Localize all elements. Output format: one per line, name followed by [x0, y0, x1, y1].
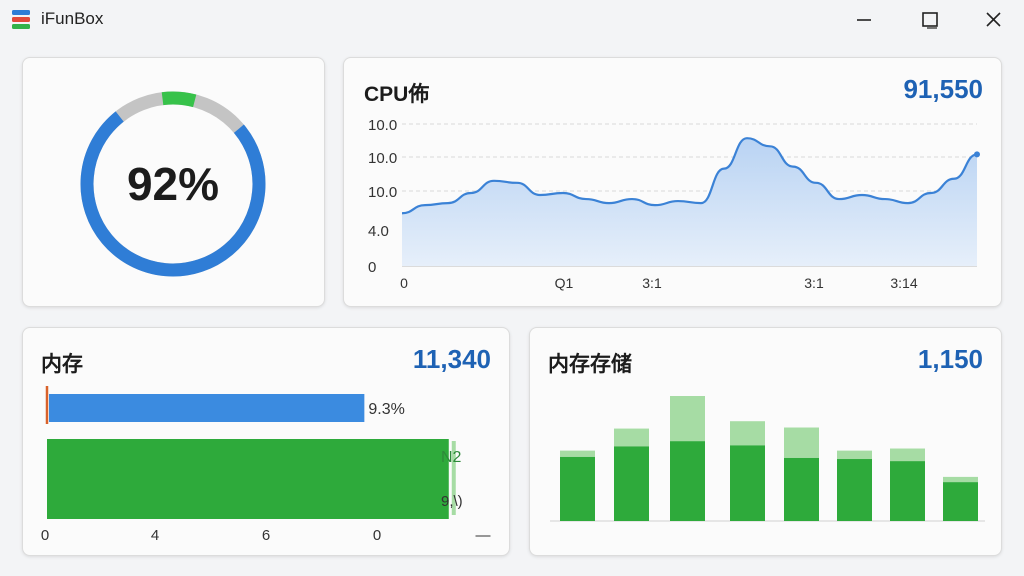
- cpu-x-tick-label: 3:1: [642, 275, 662, 291]
- close-icon: [986, 12, 1001, 27]
- gauge-percent-label: 92%: [127, 158, 219, 210]
- storage-card: 内存存储 1,150: [529, 327, 1002, 556]
- memory-x-tick-label: 0: [373, 527, 381, 544]
- title-bar: iFunBox: [0, 0, 1024, 40]
- memory-x-tick-label: 6: [262, 527, 270, 544]
- storage-stacked-bar-chart: [550, 396, 985, 522]
- storage-bar: [730, 445, 765, 521]
- memory-bar-label: 9,\): [441, 493, 463, 510]
- storage-bar-top: [560, 450, 595, 457]
- cpu-x-tick-label: Q1: [555, 275, 574, 291]
- cpu-x-tick-label: 3:1: [804, 275, 824, 291]
- cpu-y-tick-label: 0: [368, 259, 376, 276]
- storage-bar: [560, 456, 595, 521]
- cpu-x-tick-label: 3:14: [890, 275, 917, 291]
- storage-bar-top: [614, 428, 649, 447]
- usage-gauge: 92%: [80, 91, 266, 277]
- memory-bar-label: 9.3%: [368, 401, 404, 418]
- app-logo-icon: [12, 10, 30, 29]
- window-title: iFunBox: [41, 9, 104, 28]
- memory-x-tick-label: —: [476, 527, 491, 544]
- storage-bar-top: [730, 421, 765, 446]
- storage-bar: [784, 457, 819, 521]
- close-button[interactable]: [970, 4, 1016, 36]
- storage-bar: [890, 461, 925, 521]
- minimize-button[interactable]: [841, 4, 887, 36]
- storage-bar-top: [837, 450, 872, 460]
- cpu-y-tick-label: 10.0: [368, 150, 397, 167]
- memory-card: 内存 11,340 9.3% N2 9,\) 0 4 6 0—: [22, 327, 510, 556]
- maximize-button[interactable]: [907, 4, 953, 36]
- memory-bar-chart: 9.3% N2 9,\) 0 4 6 0 —: [41, 386, 491, 544]
- cpu-last-point: [974, 151, 980, 158]
- cpu-card: CPU佈 91,550 10.0 10.0 10.0 4.0 0 0 Q1 3:1 3:1 3:1…: [343, 57, 1002, 307]
- storage-bar: [614, 446, 649, 521]
- usage-gauge-card: 92%: [22, 57, 325, 307]
- storage-bar-top: [670, 396, 705, 442]
- storage-bar-top: [784, 427, 819, 458]
- storage-bar: [943, 482, 978, 521]
- memory-x-tick-label: 4: [151, 527, 159, 544]
- maximize-icon: [922, 12, 938, 29]
- cpu-y-tick-label: 10.0: [368, 117, 397, 134]
- storage-bar: [837, 459, 872, 521]
- memory-bar: [47, 439, 449, 519]
- memory-bar: [49, 394, 365, 422]
- minimize-icon: [857, 19, 871, 21]
- memory-x-tick-label: 0: [41, 527, 49, 544]
- cpu-area-chart: 10.0 10.0 10.0 4.0 0 0 Q1 3:1 3:1 3:14: [368, 117, 980, 291]
- cpu-y-tick-label: 4.0: [368, 223, 389, 240]
- storage-bar: [670, 441, 705, 521]
- memory-bar-label: N2: [441, 449, 462, 466]
- cpu-x-tick-label: 0: [400, 275, 408, 291]
- storage-bar-top: [943, 476, 978, 483]
- storage-bar-top: [890, 448, 925, 462]
- cpu-y-tick-label: 10.0: [368, 184, 397, 201]
